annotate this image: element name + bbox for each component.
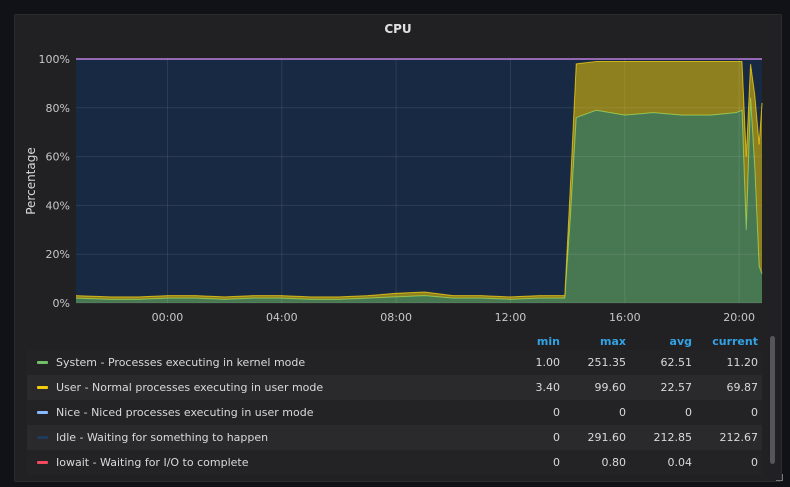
legend-value-avg: 62.51 bbox=[660, 356, 693, 369]
legend-table: min max avg current System - Processes e… bbox=[27, 332, 762, 475]
legend-value-avg: 212.85 bbox=[653, 431, 693, 444]
y-tick-label: 20% bbox=[46, 248, 70, 261]
legend-col-max[interactable]: max bbox=[564, 335, 630, 348]
x-tick-label: 08:00 bbox=[380, 311, 412, 324]
legend-row[interactable]: Nice - Niced processes executing in user… bbox=[27, 400, 762, 425]
legend-swatch[interactable] bbox=[37, 411, 48, 414]
y-tick-label: 60% bbox=[46, 151, 70, 164]
y-tick-label: 0% bbox=[53, 297, 70, 310]
legend-value-min: 0 bbox=[553, 456, 560, 469]
legend-header: min max avg current bbox=[27, 332, 762, 350]
legend-row[interactable]: User - Normal processes executing in use… bbox=[27, 375, 762, 400]
x-tick-label: 04:00 bbox=[266, 311, 298, 324]
legend-series-name[interactable]: User - Normal processes executing in use… bbox=[56, 381, 323, 394]
legend-series-name[interactable]: Idle - Waiting for something to happen bbox=[56, 431, 268, 444]
legend-value-min: 0 bbox=[553, 406, 560, 419]
legend-value-avg: 0 bbox=[685, 406, 692, 419]
legend-value-current: 69.87 bbox=[726, 381, 759, 394]
legend-value-max: 291.60 bbox=[587, 431, 627, 444]
legend-series-name[interactable]: System - Processes executing in kernel m… bbox=[56, 356, 305, 369]
y-axis-label: Percentage bbox=[24, 147, 38, 215]
legend-col-avg[interactable]: avg bbox=[630, 335, 696, 348]
legend-value-max: 0.80 bbox=[601, 456, 627, 469]
legend-swatch[interactable] bbox=[37, 461, 48, 464]
legend-value-current: 212.67 bbox=[719, 431, 759, 444]
legend-value-min: 0 bbox=[553, 431, 560, 444]
x-tick-label: 20:00 bbox=[723, 311, 755, 324]
legend-value-current: 0 bbox=[751, 406, 758, 419]
legend-row[interactable]: Idle - Waiting for something to happen 0 2… bbox=[27, 425, 762, 450]
legend-swatch[interactable] bbox=[37, 361, 48, 364]
legend-value-current: 0 bbox=[751, 456, 758, 469]
legend-value-current: 11.20 bbox=[726, 356, 759, 369]
legend-swatch[interactable] bbox=[37, 386, 48, 389]
x-tick-label: 16:00 bbox=[609, 311, 641, 324]
y-tick-label: 100% bbox=[39, 53, 70, 66]
legend-value-avg: 22.57 bbox=[660, 381, 693, 394]
panel-resize-handle[interactable] bbox=[776, 474, 783, 481]
legend-value-max: 251.35 bbox=[587, 356, 627, 369]
legend-value-avg: 0.04 bbox=[667, 456, 693, 469]
x-tick-label: 00:00 bbox=[152, 311, 184, 324]
legend-value-min: 3.40 bbox=[535, 381, 561, 394]
legend-series-name[interactable]: Iowait - Waiting for I/O to complete bbox=[56, 456, 248, 469]
legend-swatch[interactable] bbox=[37, 436, 48, 439]
legend-col-min[interactable]: min bbox=[498, 335, 564, 348]
y-tick-label: 40% bbox=[46, 199, 70, 212]
legend-series-name[interactable]: Nice - Niced processes executing in user… bbox=[56, 406, 313, 419]
y-tick-label: 80% bbox=[46, 102, 70, 115]
legend-value-max: 0 bbox=[619, 406, 626, 419]
cpu-chart[interactable]: 0% 20% 40% 60% 80% 100% 00:00 04:00 08:00 12:00 16… bbox=[0, 0, 790, 340]
x-tick-label: 12:00 bbox=[495, 311, 527, 324]
legend-value-min: 1.00 bbox=[535, 356, 561, 369]
legend-col-current[interactable]: current bbox=[696, 335, 762, 348]
legend-value-max: 99.60 bbox=[594, 381, 627, 394]
legend-row[interactable]: Iowait - Waiting for I/O to complete 0 0.8… bbox=[27, 450, 762, 475]
legend-scrollbar[interactable] bbox=[770, 336, 775, 464]
legend-row[interactable]: System - Processes executing in kernel m… bbox=[27, 350, 762, 375]
